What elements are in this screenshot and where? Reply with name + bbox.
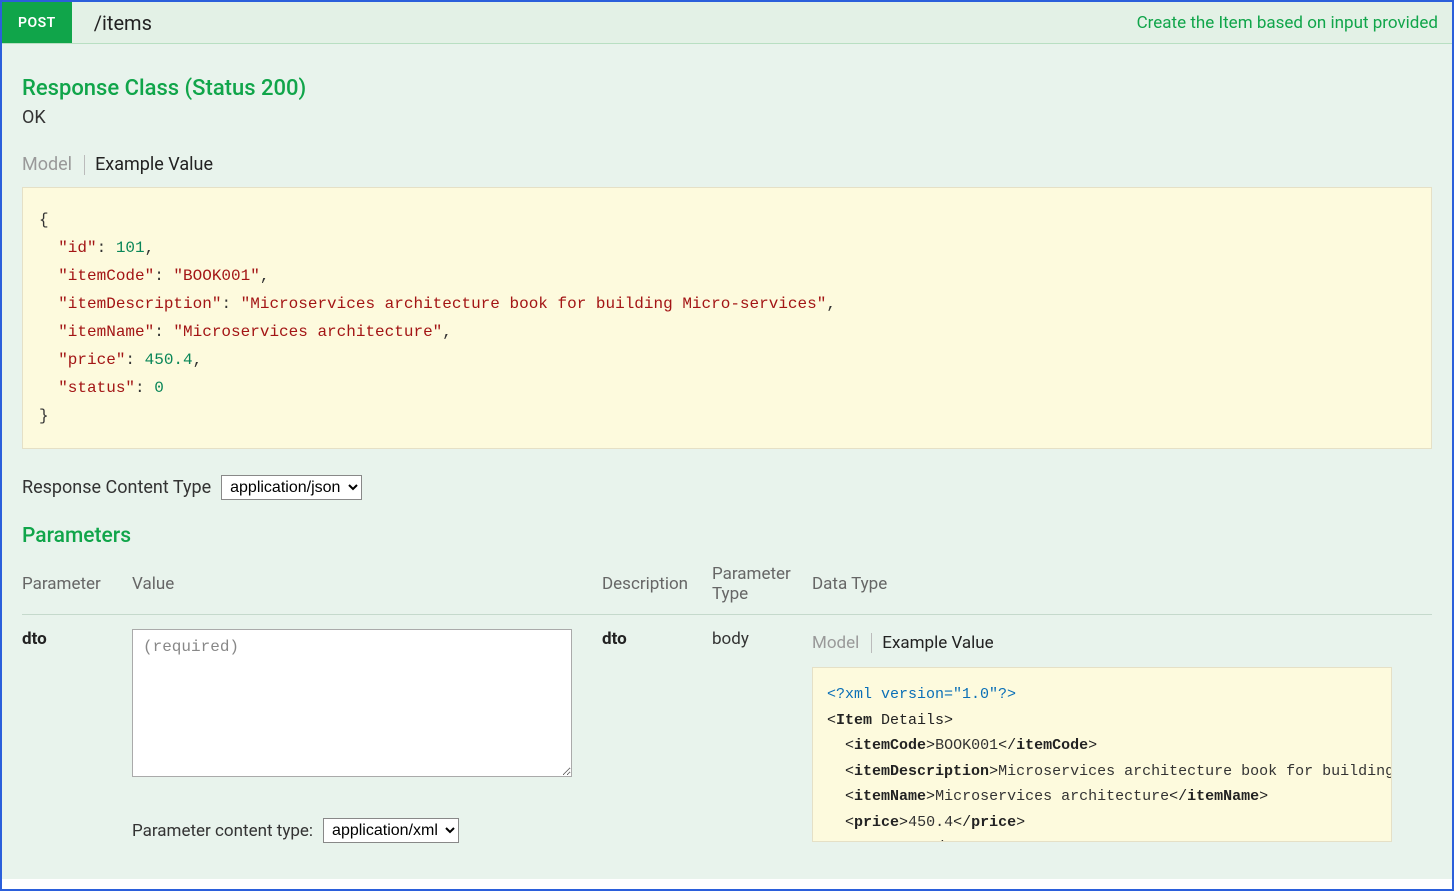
swagger-operation: POST /items Create the Item based on inp… [2,2,1452,889]
tab-model[interactable]: Model [22,150,82,179]
response-class-title: Response Class (Status 200) [22,76,1432,101]
tab-divider [871,633,872,653]
tab-example-value[interactable]: Example Value [95,150,223,179]
http-method-badge: POST [2,2,72,43]
param-example-xml[interactable]: <?xml version="1.0"?> <Item Details> <it… [812,667,1392,842]
operation-header[interactable]: POST /items Create the Item based on inp… [2,2,1452,44]
parameters-table: Parameter Value Description Parameter Ty… [22,558,1432,849]
table-header-row: Parameter Value Description Parameter Ty… [22,558,1432,615]
col-data-type: Data Type [812,558,1432,615]
tab-example-value-datatype[interactable]: Example Value [882,629,1003,657]
param-name: dto [22,615,132,850]
response-content-type-select[interactable]: application/json [221,475,362,500]
parameters-title: Parameters [22,524,1432,548]
response-example-json[interactable]: { "id": 101, "itemCode": "BOOK001", "ite… [22,187,1432,449]
param-data-type-cell: Model Example Value <?xml version="1.0"?… [812,615,1432,850]
param-value-input[interactable] [132,629,572,777]
tab-divider [84,155,85,175]
col-parameter-type: Parameter Type [712,558,812,615]
param-description: dto [602,615,712,850]
col-parameter: Parameter [22,558,132,615]
table-row: dto Parameter content type: application/… [22,615,1432,850]
operation-content: Response Class (Status 200) OK Model Exa… [2,44,1452,879]
endpoint-summary: Create the Item based on input provided [1137,13,1438,33]
response-status-text: OK [22,107,1432,128]
response-content-type-label: Response Content Type [22,477,211,498]
param-value-cell: Parameter content type: application/xml [132,615,602,850]
data-type-tabs: Model Example Value [812,629,1422,657]
endpoint-path: /items [94,11,152,35]
col-description: Description [602,558,712,615]
col-value: Value [132,558,602,615]
param-content-type-row: Parameter content type: application/xml [132,818,592,843]
tab-model-datatype[interactable]: Model [812,629,869,657]
response-tabs: Model Example Value [22,150,1432,179]
param-content-type-label: Parameter content type: [132,821,313,841]
param-type: body [712,615,812,850]
param-content-type-select[interactable]: application/xml [323,818,459,843]
response-content-type-row: Response Content Type application/json [22,475,1432,500]
